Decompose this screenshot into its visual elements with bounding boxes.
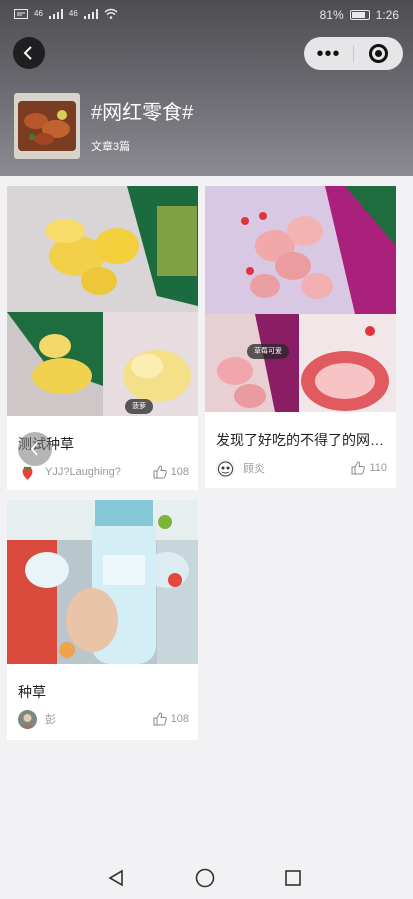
post-meta: 彭 108	[18, 709, 189, 729]
mini-program-capsule: •••	[304, 37, 403, 70]
author-name[interactable]: 顾炎	[243, 460, 351, 476]
recents-square-icon	[285, 870, 301, 886]
close-mini-program-button[interactable]	[354, 44, 403, 63]
topic-header: 46 46 81% 1:26 ••• #网红零食# 文章3篇	[0, 0, 413, 176]
thumbs-up-icon	[153, 712, 167, 726]
topic-title: #网红零食#	[91, 102, 194, 124]
signal-label-1: 46	[34, 9, 43, 18]
target-icon	[369, 44, 388, 63]
back-button[interactable]	[13, 37, 45, 69]
image-tag[interactable]: 草莓可爱	[247, 344, 289, 359]
system-home-button[interactable]	[194, 867, 216, 889]
system-navigation-bar	[0, 856, 413, 899]
floating-back-button[interactable]	[18, 432, 52, 466]
status-left: 46 46	[14, 8, 118, 19]
home-circle-icon	[195, 868, 215, 888]
chevron-left-icon	[30, 442, 38, 456]
author-name[interactable]: 彭	[45, 711, 153, 727]
sms-icon	[14, 8, 28, 19]
post-image	[7, 500, 198, 664]
battery-percent: 81%	[319, 8, 344, 22]
like-count: 108	[170, 713, 189, 725]
wifi-icon	[104, 8, 118, 19]
avatar[interactable]	[216, 458, 235, 478]
signal-icon	[83, 8, 98, 19]
thumbs-up-icon	[351, 461, 366, 475]
system-back-button[interactable]	[105, 867, 127, 889]
post-card-2[interactable]: 草莓可爱 发现了好吃的不得了的网… 顾炎 110	[205, 186, 396, 488]
status-right: 81% 1:26	[320, 8, 399, 22]
back-triangle-icon	[108, 869, 123, 887]
post-meta: 顾炎 110	[216, 458, 387, 478]
clock: 1:26	[375, 8, 399, 22]
like-count: 108	[170, 466, 189, 478]
system-recents-button[interactable]	[282, 867, 304, 889]
post-title: 发现了好吃的不得了的网…	[216, 432, 384, 448]
more-options-button[interactable]: •••	[304, 44, 353, 64]
post-card-3[interactable]: 种草 彭 108	[7, 500, 198, 740]
like-count: 110	[369, 462, 387, 474]
post-image: 草莓可爱	[205, 186, 396, 412]
like-button[interactable]: 108	[153, 465, 189, 479]
signal-icon	[48, 8, 63, 19]
image-tag[interactable]: 菠萝	[125, 399, 153, 414]
like-button[interactable]: 108	[153, 712, 189, 726]
signal-label-2: 46	[68, 9, 78, 18]
post-title: 种草	[18, 684, 46, 700]
avatar[interactable]	[18, 709, 37, 729]
post-image: 菠萝	[7, 186, 198, 416]
battery-icon	[349, 10, 370, 20]
status-bar: 46 46 81% 1:26	[0, 0, 413, 30]
topic-thumbnail	[14, 93, 80, 159]
post-meta: YJJ?Laughing? 108	[18, 462, 189, 482]
chevron-left-icon	[23, 46, 32, 60]
like-button[interactable]: 110	[351, 461, 387, 475]
article-count: 文章3篇	[91, 141, 131, 153]
thumbs-up-icon	[153, 465, 167, 479]
author-name[interactable]: YJJ?Laughing?	[45, 466, 153, 478]
